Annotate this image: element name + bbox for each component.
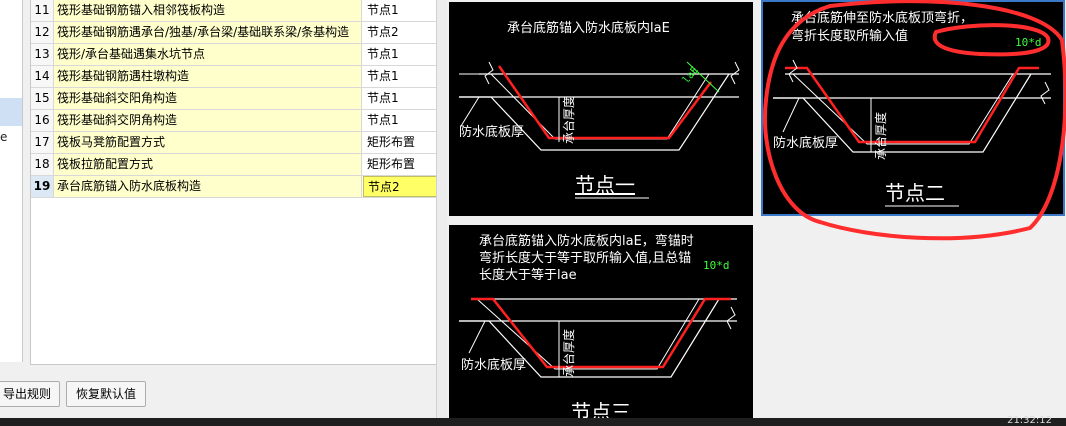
row-number: 16	[31, 110, 54, 131]
row-number: 19	[31, 176, 54, 197]
row-setting-name: 筏形基础斜交阴角构造	[54, 110, 362, 131]
table-row[interactable]: 11 筏形基础钢筋锚入相邻筏板构造 节点1	[31, 0, 437, 22]
node3-caption-line1: 承台底筋锚入防水底板内laE，弯锚时	[479, 233, 694, 249]
row-setting-name: 筏形基础钢筋锚入相邻筏板构造	[54, 0, 362, 21]
node2-caption-line2: 弯折长度取所输入值	[791, 28, 908, 44]
row-number: 12	[31, 22, 54, 43]
row-number: 11	[31, 0, 54, 21]
restore-defaults-button[interactable]: 恢复默认值	[66, 381, 146, 407]
tree-item-fragment[interactable]: e	[0, 130, 7, 144]
node2-waterproof-label: 防水底板厚	[773, 135, 838, 151]
node3-rebar	[471, 297, 731, 369]
table-row[interactable]: 12 筏形基础钢筋遇承台/独基/承台梁/基础联系梁/条基构造 节点2	[31, 22, 437, 44]
node2-panel[interactable]: 承台底筋伸至防水底板顶弯折， 弯折长度取所输入值 10*d 承台厚度 防水底板厚…	[761, 0, 1065, 216]
row-setting-value[interactable]: 节点2	[363, 22, 437, 43]
node3-caption-line3: 长度大于等于lae	[479, 267, 577, 283]
row-setting-value[interactable]: 节点2	[363, 176, 437, 197]
node3-caption-line2: 弯折长度大于等于取所输入值,且总锚	[479, 250, 691, 266]
table-row[interactable]: 15 筏形基础斜交阳角构造 节点1	[31, 88, 437, 110]
node1-title: 节点一	[575, 173, 635, 197]
row-setting-name: 筏形基础钢筋遇承台/独基/承台梁/基础联系梁/条基构造	[54, 22, 362, 43]
node2-thickness-label: 承台厚度	[873, 112, 888, 160]
node3-thickness-label: 承台厚度	[561, 329, 576, 377]
row-setting-value[interactable]: 矩形布置	[363, 132, 437, 153]
row-number: 18	[31, 154, 54, 175]
taskbar: 21:32:12	[0, 415, 1066, 426]
node1-waterproof-label: 防水底板厚	[459, 124, 524, 140]
table-row[interactable]: 17 筏板马凳筋配置方式 矩形布置	[31, 132, 437, 154]
row-setting-name: 筏板拉筋配置方式	[54, 154, 362, 175]
row-number: 14	[31, 66, 54, 87]
splitter[interactable]	[436, 0, 447, 420]
node3-panel[interactable]: 承台底筋锚入防水底板内laE，弯锚时 弯折长度大于等于取所输入值,且总锚 长度大…	[449, 225, 753, 426]
row-setting-value[interactable]: 节点1	[363, 110, 437, 131]
taskbar-clock: 21:32:12	[1007, 415, 1052, 426]
export-rules-button[interactable]: 导出规则	[0, 381, 60, 407]
tree-selected-item[interactable]	[0, 98, 22, 126]
row-setting-name: 承台底筋锚入防水底板构造	[54, 176, 362, 197]
row-setting-name: 筏板马凳筋配置方式	[54, 132, 362, 153]
node2-rebar	[785, 66, 1039, 144]
row-setting-value[interactable]: 节点1	[363, 88, 437, 109]
row-setting-name: 筏形/承台基础遇集水坑节点	[54, 44, 362, 65]
node2-dim-label: 10*d	[1015, 36, 1042, 49]
row-setting-value[interactable]: 矩形布置	[363, 154, 437, 175]
table-row[interactable]: 16 筏形基础斜交阴角构造 节点1	[31, 110, 437, 132]
node1-caption: 承台底筋锚入防水底板内laE	[507, 20, 670, 36]
node3-waterproof-label: 防水底板厚	[461, 357, 526, 373]
tree-panel: e	[0, 0, 23, 362]
node1-rebar	[497, 65, 712, 140]
row-setting-name: 筏形基础钢筋遇柱墩构造	[54, 66, 362, 87]
node2-title: 节点二	[885, 181, 945, 205]
table-row[interactable]: 19 承台底筋锚入防水底板构造 节点2	[31, 176, 437, 198]
node2-caption-line1: 承台底筋伸至防水底板顶弯折，	[791, 10, 973, 26]
node1-lae-label: laE	[681, 65, 701, 86]
table-row[interactable]: 18 筏板拉筋配置方式 矩形布置	[31, 154, 437, 176]
row-number: 15	[31, 88, 54, 109]
row-setting-value[interactable]: 节点1	[363, 44, 437, 65]
row-setting-value[interactable]: 节点1	[363, 0, 437, 21]
node3-dim-label: 10*d	[703, 259, 730, 272]
row-number: 13	[31, 44, 54, 65]
settings-grid: 11 筏形基础钢筋锚入相邻筏板构造 节点1 12 筏形基础钢筋遇承台/独基/承台梁/基础…	[30, 0, 438, 365]
row-setting-value[interactable]: 节点1	[363, 66, 437, 87]
row-setting-name: 筏形基础斜交阳角构造	[54, 88, 362, 109]
table-row[interactable]: 14 筏形基础钢筋遇柱墩构造 节点1	[31, 66, 437, 88]
table-row[interactable]: 13 筏形/承台基础遇集水坑节点 节点1	[31, 44, 437, 66]
node1-thickness-label: 承台厚度	[561, 96, 576, 144]
row-number: 17	[31, 132, 54, 153]
node1-panel[interactable]: 承台底筋锚入防水底板内laE 承台厚度 laE 防水底板厚 节点一	[449, 2, 753, 216]
